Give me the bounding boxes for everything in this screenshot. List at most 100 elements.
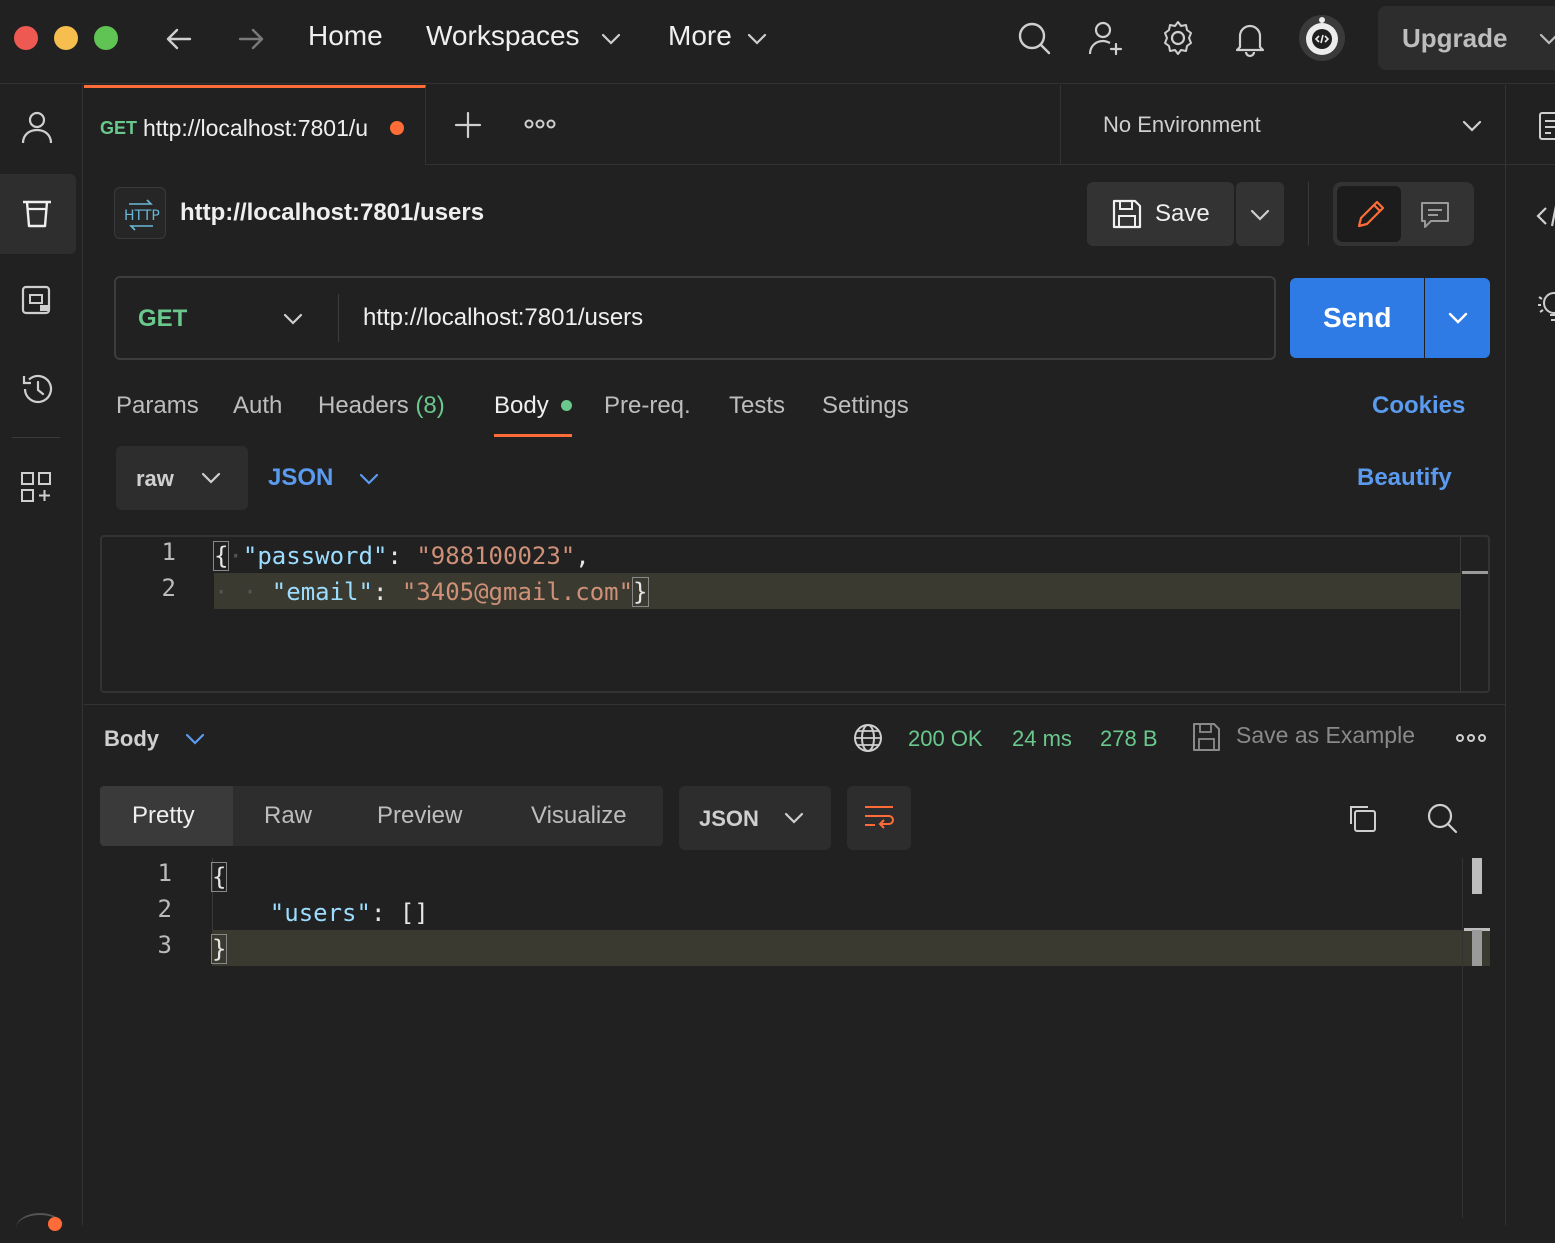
tab-settings[interactable]: Settings xyxy=(822,392,909,420)
chevron-down-icon[interactable] xyxy=(600,28,622,50)
body-mode-label: raw xyxy=(136,466,174,491)
body-format-select[interactable]: JSON xyxy=(268,446,388,510)
response-format-select[interactable]: JSON xyxy=(679,786,831,850)
tab-preview[interactable]: Preview xyxy=(377,802,462,830)
response-body-label: Body xyxy=(104,726,159,751)
sidebar xyxy=(0,85,83,1231)
brace-close: } xyxy=(632,577,649,607)
code-snippet-icon[interactable] xyxy=(1536,203,1555,229)
right-rail xyxy=(1505,165,1555,1225)
environment-quick-look[interactable] xyxy=(1505,85,1555,165)
tab-visualize[interactable]: Visualize xyxy=(531,802,627,830)
pencil-icon xyxy=(1355,198,1387,230)
chevron-down-icon[interactable] xyxy=(746,28,768,50)
tab-tests[interactable]: Tests xyxy=(729,392,785,420)
maximize-window-button[interactable] xyxy=(94,26,118,50)
sidebar-item-add-widgets[interactable] xyxy=(0,447,76,527)
cookies-link[interactable]: Cookies xyxy=(1372,392,1465,420)
response-size[interactable]: 278 B xyxy=(1100,726,1158,752)
new-tab-plus-icon[interactable] xyxy=(454,111,482,139)
response-body-select[interactable]: Body xyxy=(104,724,214,754)
beautify-link[interactable]: Beautify xyxy=(1357,464,1452,492)
response-view-tabs: Pretty Raw Preview Visualize xyxy=(100,786,663,846)
request-tab[interactable]: GET http://localhost:7801/u xyxy=(84,85,426,165)
notifications-bell-icon[interactable] xyxy=(1230,18,1270,58)
close-window-button[interactable] xyxy=(14,26,38,50)
json-value: "988100023" xyxy=(416,542,576,570)
line-number: 1 xyxy=(157,859,172,887)
minimize-window-button[interactable] xyxy=(54,26,78,50)
edit-mode-button[interactable] xyxy=(1337,186,1401,242)
sidebar-item-account[interactable] xyxy=(0,87,76,167)
json-colon: : xyxy=(387,542,417,570)
chevron-down-icon xyxy=(1538,28,1555,50)
upgrade-button[interactable]: Upgrade xyxy=(1378,6,1555,70)
line-number: 3 xyxy=(157,931,172,959)
globe-icon[interactable] xyxy=(852,722,884,754)
response-time[interactable]: 24 ms xyxy=(1012,726,1072,752)
search-icon[interactable] xyxy=(1424,800,1460,836)
tab-prereq[interactable]: Pre-req. xyxy=(604,392,691,420)
active-tab-underline xyxy=(494,434,572,437)
settings-gear-icon[interactable] xyxy=(1158,18,1198,58)
body-mode-select[interactable]: raw xyxy=(116,446,248,510)
chevron-down-icon xyxy=(1461,115,1483,137)
save-button[interactable]: Save xyxy=(1087,182,1234,246)
code-line: · · "email": "3405@gmail.com"} xyxy=(214,577,649,607)
forward-arrow-icon[interactable] xyxy=(234,22,268,56)
chevron-down-icon xyxy=(783,807,805,829)
request-body-editor[interactable]: 1 2 {·"password": "988100023", · · "emai… xyxy=(100,535,1490,693)
sidebar-item-environments[interactable] xyxy=(0,261,76,341)
response-body-viewer[interactable]: 1 2 3 { "users": [] } xyxy=(100,858,1490,1218)
lightbulb-icon[interactable] xyxy=(1536,289,1555,323)
chevron-down-icon xyxy=(1249,204,1271,226)
json-key: "password" xyxy=(242,542,388,570)
response-status[interactable]: 200 OK xyxy=(908,726,983,752)
viewer-scroll-marker xyxy=(1472,858,1482,894)
line-number: 2 xyxy=(161,574,176,602)
save-options-button[interactable] xyxy=(1236,182,1284,246)
brace-close: } xyxy=(210,934,228,964)
viewer-scrollbar-track xyxy=(1462,858,1463,1218)
request-title[interactable]: http://localhost:7801/users xyxy=(180,199,484,227)
copy-icon[interactable] xyxy=(1346,802,1378,834)
environment-quick-look-icon xyxy=(1538,111,1555,141)
save-as-example-button[interactable]: Save as Example xyxy=(1192,720,1432,756)
back-arrow-icon[interactable] xyxy=(162,22,196,56)
body-active-dot xyxy=(561,400,572,411)
tab-params[interactable]: Params xyxy=(116,392,199,420)
invite-user-icon[interactable] xyxy=(1086,18,1126,58)
sidebar-item-collections[interactable] xyxy=(0,174,76,254)
environment-selector[interactable]: No Environment xyxy=(1060,85,1505,165)
avatar[interactable] xyxy=(1298,14,1346,62)
tab-auth[interactable]: Auth xyxy=(233,392,282,420)
sidebar-item-history[interactable] xyxy=(0,349,76,429)
history-icon xyxy=(20,371,56,407)
nav-more[interactable]: More xyxy=(668,20,732,52)
code-line: { xyxy=(210,859,228,895)
wrap-lines-button[interactable] xyxy=(847,786,911,850)
url-input[interactable]: http://localhost:7801/users xyxy=(363,304,643,332)
send-label: Send xyxy=(1323,302,1392,333)
svg-text:HTTP: HTTP xyxy=(124,208,160,224)
tab-raw[interactable]: Raw xyxy=(264,802,312,830)
header-divider xyxy=(1308,182,1309,246)
send-button[interactable]: Send xyxy=(1290,278,1424,358)
tab-pretty-label: Pretty xyxy=(132,802,195,829)
json-key: "email" xyxy=(271,578,373,606)
search-icon[interactable] xyxy=(1014,18,1054,58)
response-more-ellipsis-icon[interactable] xyxy=(1456,732,1486,744)
nav-workspaces[interactable]: Workspaces xyxy=(426,20,580,52)
sidebar-divider xyxy=(12,437,60,438)
nav-home[interactable]: Home xyxy=(308,20,383,52)
url-divider xyxy=(338,294,339,342)
tab-pretty[interactable]: Pretty xyxy=(100,786,233,846)
chevron-down-icon xyxy=(184,728,206,750)
more-tabs-ellipsis-icon[interactable] xyxy=(524,118,556,130)
tab-body[interactable]: Body xyxy=(494,392,549,420)
send-options-button[interactable] xyxy=(1425,278,1490,358)
comments-icon[interactable] xyxy=(1419,200,1451,230)
tab-headers[interactable]: Headers (8) xyxy=(318,392,445,420)
method-select[interactable]: GET xyxy=(116,278,338,358)
brace-open: { xyxy=(210,862,228,892)
